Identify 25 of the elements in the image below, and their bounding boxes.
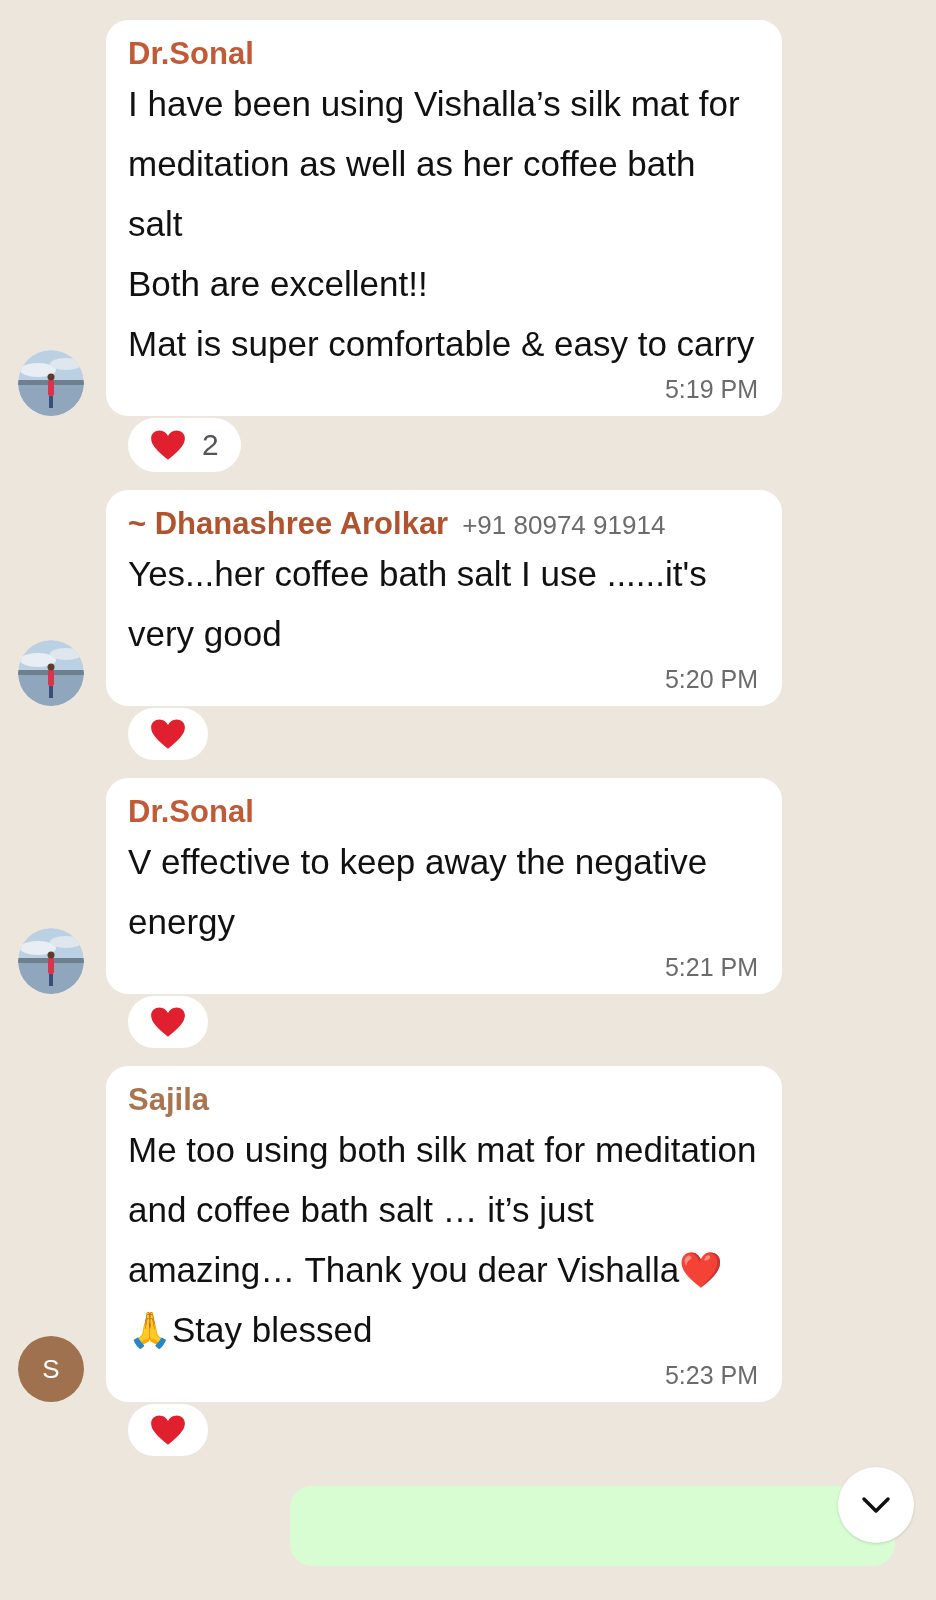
sender-name[interactable]: ~ Dhanashree Arolkar [128, 506, 449, 542]
chevron-down-icon [861, 1496, 891, 1514]
reaction-count: 2 [202, 428, 219, 462]
heart-icon [150, 1414, 186, 1446]
reaction-pill[interactable] [128, 1404, 208, 1456]
avatar[interactable]: S [18, 1336, 84, 1402]
reaction-pill[interactable] [128, 708, 208, 760]
heart-icon [150, 1006, 186, 1038]
message-text: V effective to keep away the negative energy [128, 841, 709, 943]
phone-number: +91 80974 91914 [462, 510, 666, 541]
scroll-down-button[interactable] [838, 1467, 914, 1543]
reaction-pill[interactable] [128, 996, 208, 1048]
reaction-pill[interactable]: 2 [128, 418, 241, 472]
timestamp: 5:23 PM [664, 1360, 758, 1390]
message-text: I have been using Vishalla’s silk mat for meditation as well as her coffee bath salt Both are excellent!! Mat is super comfortable & easy to carry [128, 83, 756, 365]
sender-name[interactable]: Sajila [128, 1082, 209, 1118]
message-text: Yes...her coffee bath salt I use ......it's very good [128, 553, 708, 655]
timestamp: 5:21 PM [664, 952, 758, 982]
timestamp: 5:20 PM [664, 664, 758, 694]
message-text: Me too using both silk mat for meditation and coffee bath salt … it’s just amazing… Thank you dear Vishalla❤🙏Stay blessed [128, 1129, 758, 1351]
timestamp: 5:19 PM [664, 374, 758, 404]
sender-name[interactable]: Dr.Sonal [128, 36, 254, 72]
heart-icon [150, 429, 186, 461]
heart-icon [150, 718, 186, 750]
sender-name[interactable]: Dr.Sonal [128, 794, 254, 830]
